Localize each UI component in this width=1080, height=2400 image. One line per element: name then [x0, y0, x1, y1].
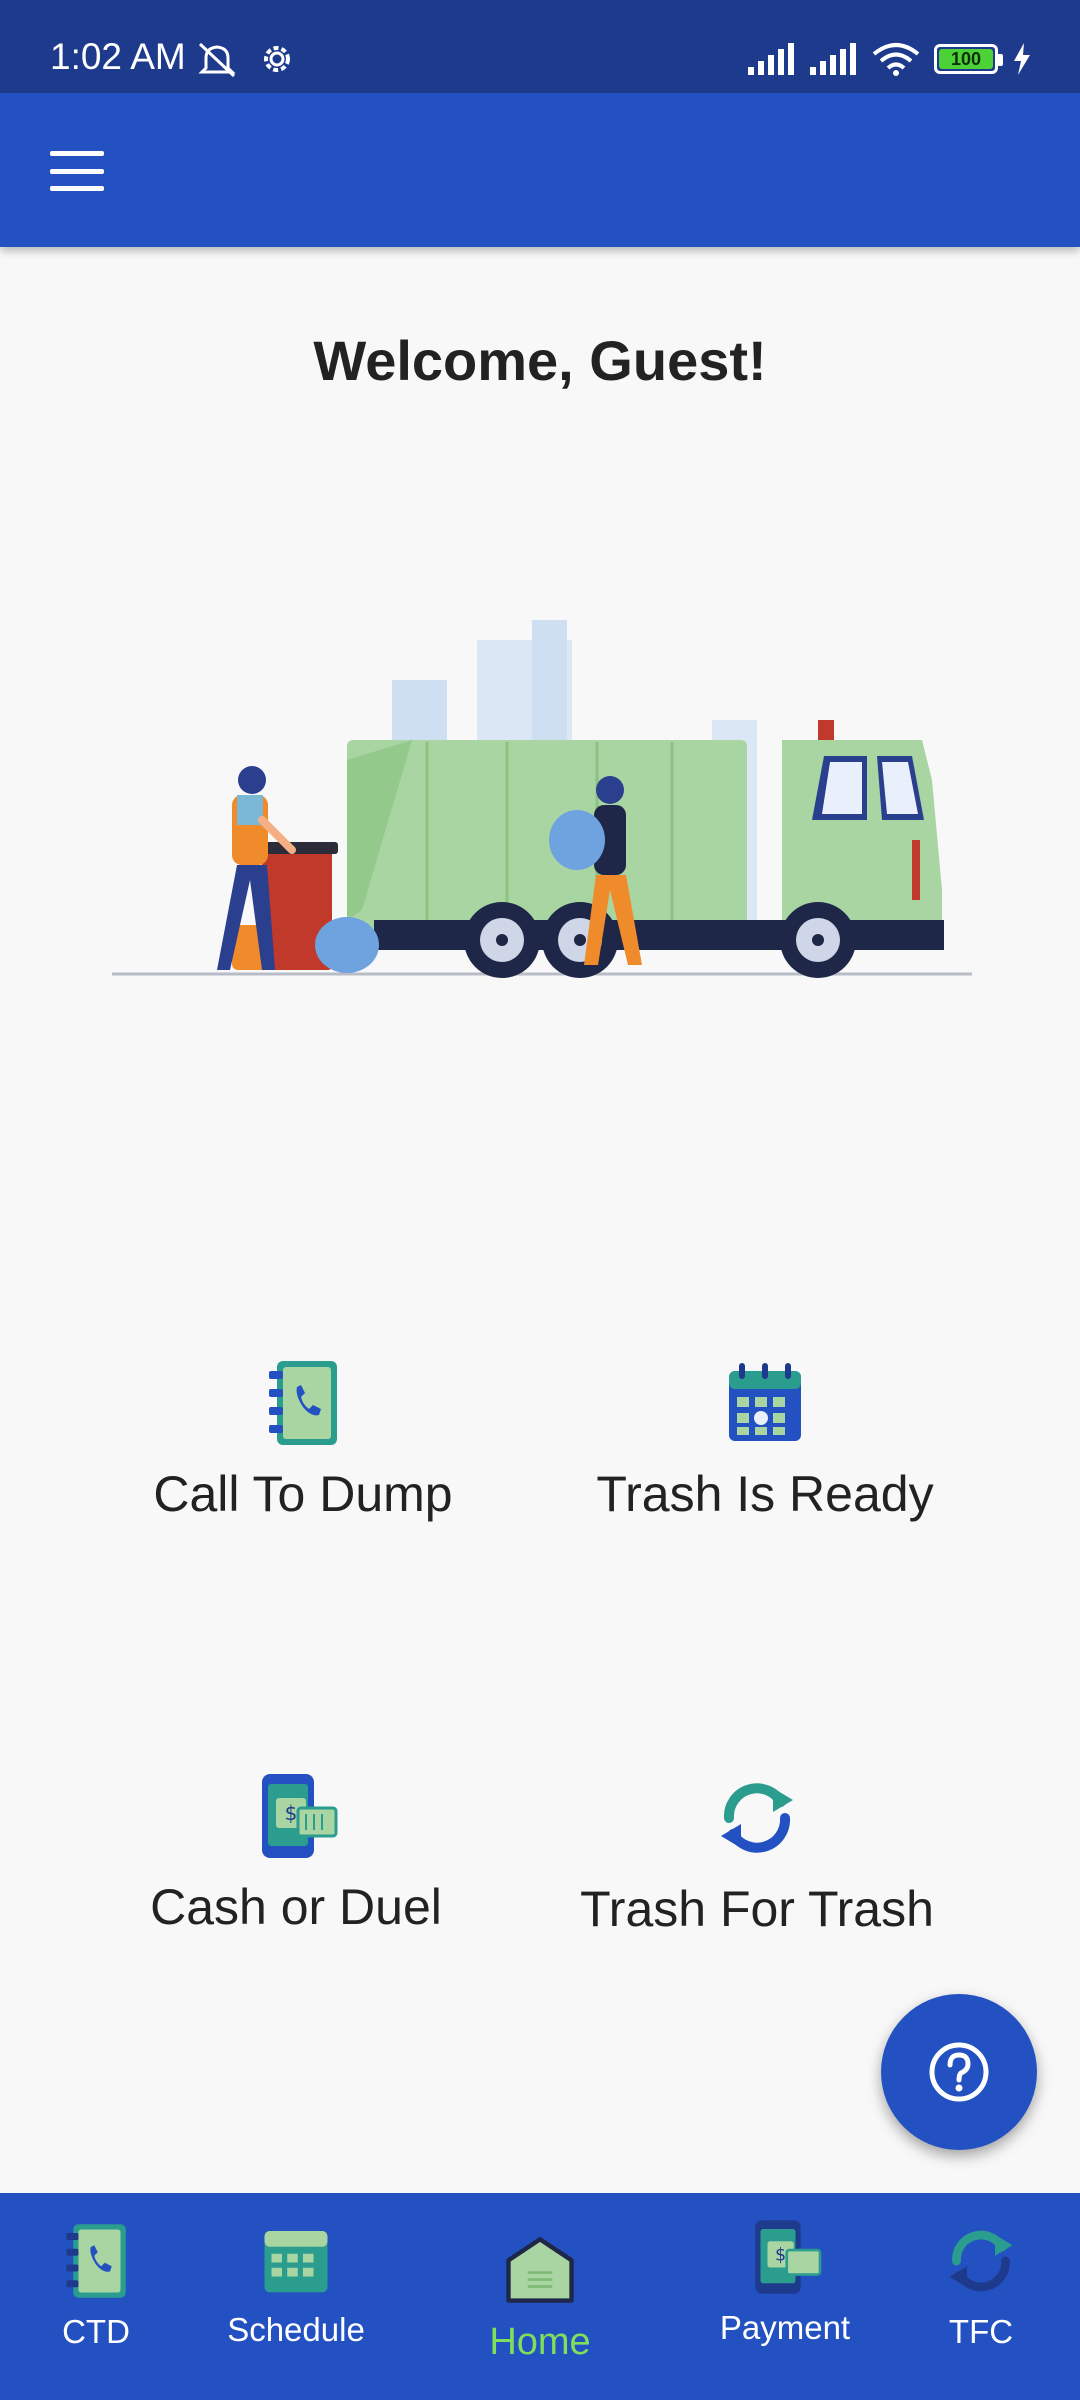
- hamburger-menu-icon[interactable]: [50, 151, 104, 191]
- nav-label: Payment: [719, 2309, 851, 2346]
- status-bar: 1:02 AM 100: [0, 0, 1080, 93]
- nav-item-payment[interactable]: $ Payment: [705, 2215, 865, 2347]
- status-icons-right: 100: [748, 42, 1032, 76]
- garbage-truck-illustration: [112, 620, 972, 978]
- home-icon: [506, 2237, 574, 2303]
- phone-book-icon: [66, 2224, 126, 2298]
- signal-icon: [810, 43, 856, 75]
- bottom-nav: CTD Schedule Home $ Payment TFC: [0, 2193, 1080, 2400]
- svg-text:$: $: [285, 1801, 298, 1825]
- battery-icon: 100: [934, 44, 1003, 74]
- phone-book-icon: [269, 1361, 337, 1445]
- screen: 1:02 AM 100 Welcome, Guest! Call To Dump…: [0, 0, 1080, 2400]
- nav-label: Schedule: [227, 2311, 365, 2348]
- svg-text:$: $: [775, 2246, 786, 2266]
- welcome-title: Welcome, Guest!: [313, 329, 767, 392]
- nav-label: CTD: [62, 2313, 130, 2350]
- app-bar: [0, 93, 1080, 247]
- mobile-payment-icon: $: [755, 2220, 822, 2294]
- tile-label: Trash For Trash: [580, 1881, 934, 1937]
- help-button[interactable]: [881, 1994, 1037, 2150]
- signal-icon: [748, 43, 794, 75]
- nav-label: TFC: [948, 2313, 1014, 2350]
- tile-trash-is-ready[interactable]: Trash Is Ready: [596, 1355, 934, 1523]
- calendar-icon: [729, 1363, 801, 1441]
- status-icons-left: [196, 40, 296, 80]
- nav-item-home[interactable]: Home: [470, 2227, 610, 2364]
- mute-icon: [198, 42, 236, 78]
- calendar-icon: [264, 2231, 328, 2293]
- settings-icon: [264, 46, 290, 72]
- nav-item-tfc[interactable]: TFC: [926, 2219, 1036, 2351]
- recycle-arrows-icon: [721, 1783, 793, 1853]
- tile-label: Call To Dump: [153, 1466, 453, 1522]
- recycle-arrows-icon: [949, 2230, 1013, 2292]
- nav-label: Home: [489, 2321, 591, 2363]
- charging-icon: [1014, 43, 1030, 75]
- nav-item-schedule[interactable]: Schedule: [216, 2217, 376, 2349]
- tile-call-to-dump[interactable]: Call To Dump: [148, 1355, 458, 1523]
- status-time: 1:02 AM: [50, 36, 186, 77]
- wifi-icon: [872, 43, 920, 76]
- nav-item-ctd[interactable]: CTD: [40, 2219, 152, 2351]
- tile-cash-or-duel[interactable]: $ Cash or Duel: [146, 1768, 446, 1936]
- tile-trash-for-trash[interactable]: Trash For Trash: [580, 1770, 934, 1938]
- help-icon: [929, 2042, 989, 2102]
- tile-label: Cash or Duel: [150, 1879, 442, 1935]
- tile-label: Trash Is Ready: [596, 1466, 934, 1522]
- battery-level: 100: [939, 49, 993, 69]
- mobile-payment-icon: $: [262, 1774, 338, 1858]
